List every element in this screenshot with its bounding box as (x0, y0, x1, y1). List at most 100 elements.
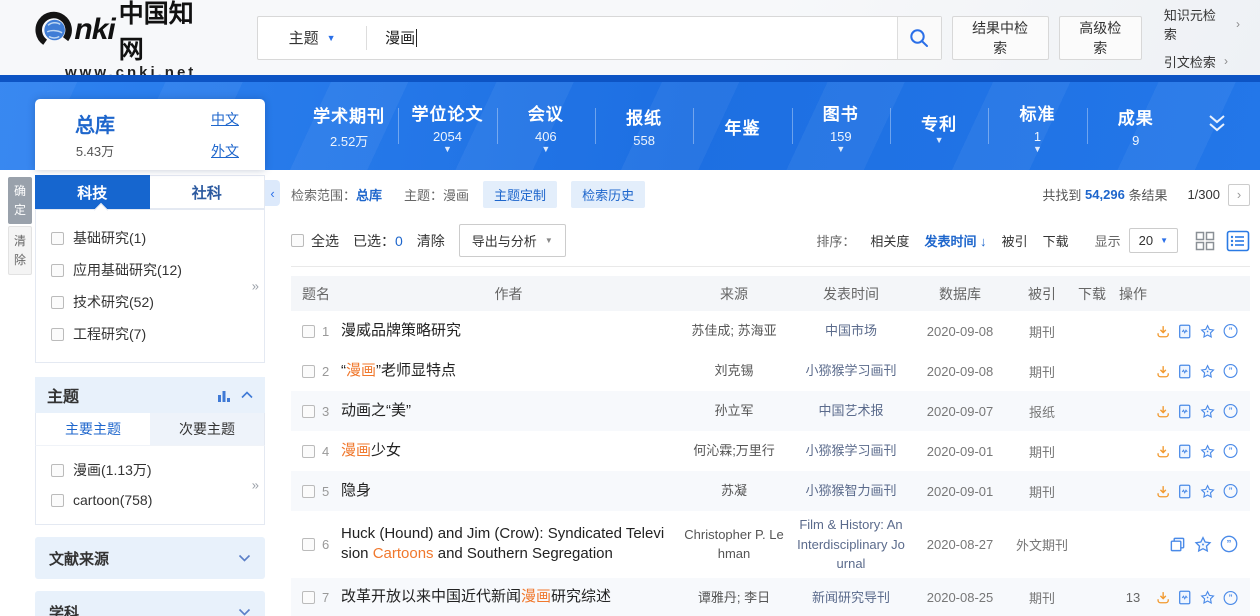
result-title-link[interactable]: 动画之“美” (341, 401, 676, 421)
row-checkbox[interactable] (302, 538, 315, 551)
topic-filter-label[interactable]: 漫画(1.13万) (73, 460, 152, 480)
sidebar-collapse-icon[interactable]: ‹ (265, 180, 280, 206)
knowledge-element-search-link[interactable]: 知识元检索› (1164, 5, 1240, 43)
sidebar-section-文献来源[interactable]: 文献来源 (35, 537, 265, 579)
expand-more-icon[interactable]: » (252, 279, 259, 294)
tab-main-topic[interactable]: 主要主题 (36, 413, 150, 445)
category-filter-label[interactable]: 技术研究(52) (73, 292, 154, 312)
checkbox[interactable] (51, 296, 64, 309)
page-size-select[interactable]: 20 ▼ (1129, 228, 1178, 253)
search-field-selector[interactable]: 主题 ▼ (258, 27, 366, 48)
cite-quote-icon[interactable]: ” (1223, 442, 1238, 460)
grid-view-icon[interactable] (1194, 230, 1216, 252)
cite-quote-icon[interactable]: ” (1223, 362, 1238, 380)
sidebar-section-学科[interactable]: 学科 (35, 591, 265, 616)
html-read-icon[interactable] (1178, 589, 1191, 606)
topic-filter-label[interactable]: cartoon(758) (73, 492, 152, 508)
row-checkbox[interactable] (302, 591, 315, 604)
sort-option-下载[interactable]: 下载 (1043, 231, 1069, 250)
chinese-link[interactable]: 中文 (211, 109, 239, 129)
cite-quote-icon[interactable]: ” (1220, 535, 1238, 553)
download-icon[interactable] (1156, 589, 1170, 606)
result-authors[interactable]: 苏佳成; 苏海亚 (676, 321, 792, 341)
checkbox[interactable] (51, 232, 64, 245)
html-read-icon[interactable] (1178, 443, 1191, 460)
search-button[interactable] (897, 17, 941, 59)
checkbox[interactable] (51, 464, 64, 477)
expand-more-icon[interactable]: » (252, 478, 259, 493)
row-checkbox[interactable] (302, 365, 315, 378)
checkbox[interactable] (51, 328, 64, 341)
nav-tab-成果[interactable]: 成果9 (1087, 82, 1185, 170)
row-checkbox[interactable] (302, 485, 315, 498)
result-source[interactable]: 中国艺术报 (792, 401, 910, 421)
nav-tab-会议[interactable]: 会议406▼ (497, 82, 595, 170)
html-read-icon[interactable] (1178, 403, 1191, 420)
html-read-icon[interactable] (1178, 323, 1191, 340)
result-title-link[interactable]: 改革开放以来中国近代新闻漫画研究综述 (341, 587, 676, 607)
checkbox[interactable] (51, 264, 64, 277)
foreign-link[interactable]: 外文 (211, 141, 239, 161)
result-source[interactable]: 新闻研究导刊 (792, 588, 910, 608)
search-in-results-button[interactable]: 结果中检索 (952, 16, 1049, 60)
result-title-link[interactable]: 隐身 (341, 481, 676, 501)
advanced-search-button[interactable]: 高级检索 (1059, 16, 1142, 60)
scope-value[interactable]: 总库 (356, 188, 382, 203)
result-source[interactable]: 小猕猴学习画刊 (792, 441, 910, 461)
sort-option-被引[interactable]: 被引 (1002, 231, 1028, 250)
favorite-star-icon[interactable] (1194, 536, 1212, 553)
nav-tab-专利[interactable]: 专利▼ (890, 82, 988, 170)
cnki-logo[interactable]: nki 中国知网 www.cnki.net (35, 0, 217, 81)
cite-quote-icon[interactable]: ” (1223, 402, 1238, 420)
favorite-star-icon[interactable] (1200, 443, 1215, 460)
favorite-star-icon[interactable] (1200, 323, 1215, 340)
nav-tab-标准[interactable]: 标准1▼ (988, 82, 1086, 170)
abstract-pages-icon[interactable] (1169, 536, 1186, 553)
search-input[interactable]: 漫画 (367, 27, 896, 48)
nav-tab-学位论文[interactable]: 学位论文2054▼ (398, 82, 496, 170)
nav-tab-年鉴[interactable]: 年鉴 (693, 82, 791, 170)
result-title-link[interactable]: “漫画”老师显特点 (341, 361, 676, 381)
tab-secondary-topic[interactable]: 次要主题 (150, 413, 264, 445)
list-view-icon[interactable] (1226, 230, 1250, 252)
download-icon[interactable] (1156, 363, 1170, 380)
result-authors[interactable]: 谭雅丹; 李日 (676, 588, 792, 608)
category-filter-label[interactable]: 工程研究(7) (73, 324, 146, 344)
tab-science-tech[interactable]: 科技 (35, 175, 150, 209)
result-source[interactable]: 中国市场 (792, 321, 910, 341)
cite-quote-icon[interactable]: ” (1223, 322, 1238, 340)
row-checkbox[interactable] (302, 445, 315, 458)
cite-quote-icon[interactable]: ” (1223, 589, 1238, 607)
download-icon[interactable] (1156, 483, 1170, 500)
confirm-button[interactable]: 确定 (8, 177, 32, 224)
citation-search-link[interactable]: 引文检索› (1164, 52, 1240, 71)
result-authors[interactable]: 何沁霖;万里行 (676, 441, 792, 461)
bar-chart-icon[interactable] (217, 389, 231, 402)
search-history-button[interactable]: 检索历史 (571, 181, 645, 208)
html-read-icon[interactable] (1178, 483, 1191, 500)
result-authors[interactable]: 孙立军 (676, 401, 792, 421)
nav-tab-学术期刊[interactable]: 学术期刊2.52万 (300, 82, 398, 170)
checkbox[interactable] (51, 494, 64, 507)
result-authors[interactable]: 刘克锡 (676, 361, 792, 381)
chevron-up-icon[interactable] (241, 391, 253, 399)
download-icon[interactable] (1156, 443, 1170, 460)
result-source[interactable]: Film & History: An Interdisciplinary Jou… (792, 515, 910, 574)
topic-section-header[interactable]: 主题 (35, 377, 265, 413)
html-read-icon[interactable] (1178, 363, 1191, 380)
result-title-link[interactable]: Huck (Hound) and Jim (Crow): Syndicated … (341, 524, 676, 565)
topic-customize-button[interactable]: 主题定制 (483, 181, 557, 208)
result-source[interactable]: 小猕猴智力画刊 (792, 481, 910, 501)
category-filter-label[interactable]: 基础研究(1) (73, 228, 146, 248)
row-checkbox[interactable] (302, 325, 315, 338)
clear-selection-button[interactable]: 清除 (417, 231, 445, 251)
favorite-star-icon[interactable] (1200, 483, 1215, 500)
download-icon[interactable] (1156, 323, 1170, 340)
sort-option-发表时间[interactable]: 发表时间 ↓ (924, 231, 986, 250)
clear-filters-button[interactable]: 清除 (8, 226, 32, 275)
result-source[interactable]: 小猕猴学习画刊 (792, 361, 910, 381)
nav-tab-报纸[interactable]: 报纸558 (595, 82, 693, 170)
favorite-star-icon[interactable] (1200, 403, 1215, 420)
category-filter-label[interactable]: 应用基础研究(12) (73, 260, 182, 280)
download-icon[interactable] (1156, 403, 1170, 420)
